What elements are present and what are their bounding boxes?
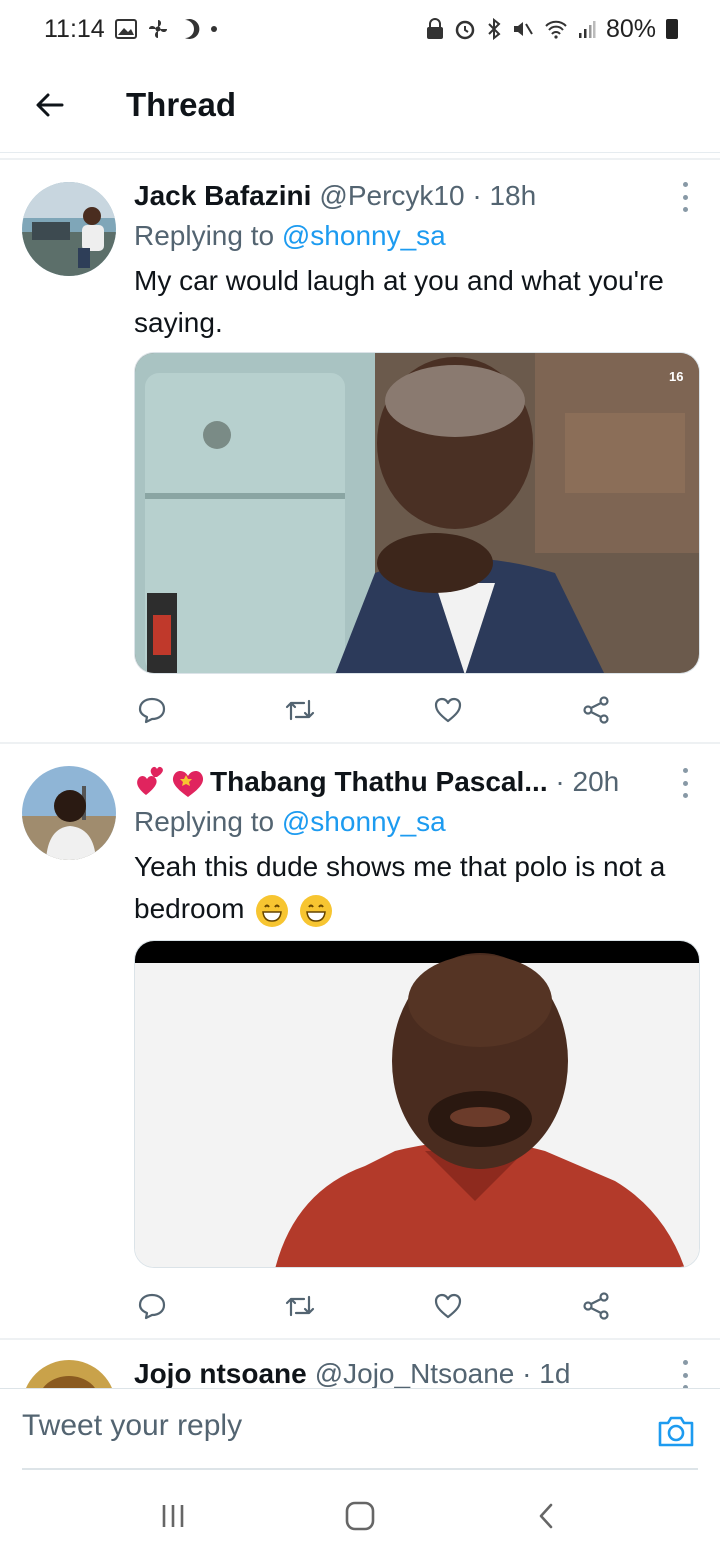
tweet-text: Yeah this dude shows me that polo is not…: [134, 846, 700, 930]
composer-underline: [22, 1468, 698, 1470]
tweet-header: Thabang Thathu Pascal... · 20h: [134, 764, 700, 800]
recent-apps-icon: [163, 1505, 184, 1527]
home-button[interactable]: [330, 1486, 390, 1546]
author-name[interactable]: Thabang Thathu Pascal...: [210, 766, 548, 798]
moon-icon: [179, 18, 201, 40]
tweet-divider: [0, 1338, 720, 1340]
avatar[interactable]: [22, 1360, 116, 1388]
author-handle[interactable]: @Percyk10: [319, 180, 464, 212]
hearts-emoji-icon: [134, 765, 208, 799]
retweet-icon: [285, 699, 315, 721]
share-button[interactable]: [578, 1288, 614, 1324]
mention-link[interactable]: @shonny_sa: [282, 220, 446, 251]
grinning-face-icon: [300, 894, 333, 927]
heart-icon: [434, 697, 462, 723]
page-title: Thread: [126, 86, 237, 123]
signal-icon: [578, 19, 596, 39]
header-divider: [0, 158, 720, 160]
author-name[interactable]: Jack Bafazini: [134, 180, 311, 212]
more-options-button[interactable]: [674, 182, 696, 212]
tweet-body: Jojo ntsoane @Jojo_Ntsoane · 1d: [134, 1356, 700, 1388]
reply-icon: [138, 1293, 166, 1320]
status-bar: 11:14 80%: [0, 0, 720, 58]
grinning-face-icon: [256, 894, 289, 927]
tweet-actions: [134, 690, 614, 730]
like-button[interactable]: [430, 1288, 466, 1324]
system-back-button[interactable]: [517, 1486, 577, 1546]
camera-icon: [658, 1416, 694, 1447]
more-options-button[interactable]: [674, 1360, 696, 1388]
status-left: 11:14: [44, 15, 217, 44]
back-button[interactable]: [0, 58, 100, 153]
tweet-divider: [0, 742, 720, 744]
retweet-icon: [285, 1295, 315, 1317]
retweet-button[interactable]: [282, 692, 318, 728]
mute-icon: [512, 18, 534, 40]
tweet-actions: [134, 1286, 614, 1326]
lock-icon: [426, 18, 444, 40]
separator-dot: ·: [514, 1358, 540, 1388]
replying-label: Replying to: [134, 220, 275, 251]
reply-button[interactable]: [134, 692, 170, 728]
wifi-icon: [544, 19, 568, 39]
separator-dot: ·: [464, 180, 490, 211]
reply-icon: [138, 697, 166, 724]
author-name[interactable]: Jojo ntsoane: [134, 1358, 307, 1388]
author-handle[interactable]: @Jojo_Ntsoane: [315, 1358, 515, 1388]
alarm-icon: [454, 18, 476, 40]
bluetooth-icon: [486, 18, 502, 40]
share-icon: [583, 1292, 609, 1320]
tweet-body: Jack Bafazini @Percyk10 · 18h Replying t…: [134, 178, 700, 344]
svg-text:16: 16: [669, 369, 683, 384]
tweet-body: Thabang Thathu Pascal... · 20h Replying …: [134, 764, 700, 930]
tweet-text: My car would laugh at you and what you'r…: [134, 265, 664, 338]
thread-header: Thread: [0, 58, 720, 153]
tweet-header: Jack Bafazini @Percyk10 · 18h: [134, 178, 700, 214]
tweet-text-content: Yeah this dude shows me that polo is not…: [134, 851, 666, 924]
separator-dot: ·: [547, 766, 573, 797]
reply-button[interactable]: [134, 1288, 170, 1324]
like-button[interactable]: [430, 692, 466, 728]
home-icon: [345, 1501, 375, 1531]
notification-dot-icon: [210, 26, 217, 32]
tweet-time[interactable]: 20h: [573, 766, 620, 798]
camera-button[interactable]: [656, 1411, 696, 1451]
battery-percent: 80%: [605, 14, 656, 43]
recent-apps-button[interactable]: [143, 1486, 203, 1546]
gallery-icon: [114, 19, 137, 39]
status-right: 80%: [426, 15, 678, 44]
replying-label: Replying to: [134, 806, 275, 837]
retweet-button[interactable]: [282, 1288, 318, 1324]
tweet-image[interactable]: 16: [134, 352, 700, 674]
heart-icon: [434, 1293, 462, 1319]
back-arrow-icon: [36, 93, 64, 117]
reply-composer: Tweet your reply: [0, 1388, 720, 1470]
tweet-3[interactable]: Jojo ntsoane @Jojo_Ntsoane · 1d: [0, 1350, 720, 1388]
reply-input[interactable]: Tweet your reply: [22, 1409, 242, 1443]
status-time: 11:14: [44, 14, 105, 43]
replying-to: Replying to @shonny_sa: [134, 806, 700, 844]
tweet-image[interactable]: [134, 940, 700, 1268]
replying-to: Replying to @shonny_sa: [134, 220, 700, 258]
chevron-left-icon: [539, 1503, 552, 1529]
share-icon: [583, 696, 609, 724]
mention-link[interactable]: @shonny_sa: [282, 806, 446, 837]
more-options-button[interactable]: [674, 768, 696, 798]
battery-icon: [666, 19, 678, 39]
tweet-header: Jojo ntsoane @Jojo_Ntsoane · 1d: [134, 1356, 700, 1388]
tweet-time[interactable]: 1d: [539, 1358, 570, 1388]
avatar[interactable]: [22, 182, 116, 276]
share-button[interactable]: [578, 692, 614, 728]
avatar[interactable]: [22, 766, 116, 860]
fan-icon: [147, 18, 169, 40]
tweet-time[interactable]: 18h: [489, 180, 536, 212]
system-nav-bar: [0, 1472, 720, 1560]
